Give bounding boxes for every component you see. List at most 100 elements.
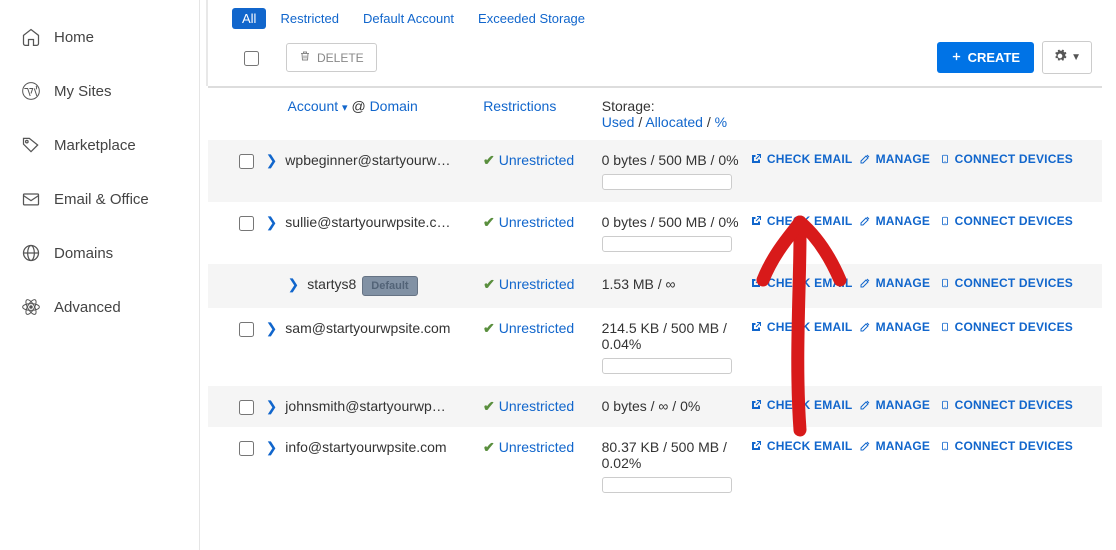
manage-link[interactable]: MANAGE <box>859 398 931 412</box>
wordpress-icon <box>20 80 42 102</box>
gear-icon <box>1053 49 1067 66</box>
row-checkbox[interactable] <box>239 322 254 337</box>
sort-down-icon: ▾ <box>342 102 348 114</box>
header-account[interactable]: Account ▾ <box>288 98 348 114</box>
manage-link[interactable]: MANAGE <box>859 320 931 334</box>
default-badge: Default <box>362 276 417 296</box>
table-row: ❯wpbeginner@startyourw…✔Unrestricted0 by… <box>208 140 1102 202</box>
connect-devices-link[interactable]: CONNECT DEVICES <box>940 320 1073 334</box>
mail-icon <box>20 188 42 210</box>
manage-link[interactable]: MANAGE <box>859 152 931 166</box>
tab-default-account[interactable]: Default Account <box>353 8 464 29</box>
header-at: @ <box>351 98 365 114</box>
sidebar-item-email[interactable]: Email & Office <box>0 172 199 226</box>
create-label: CREATE <box>968 50 1020 65</box>
tab-restricted[interactable]: Restricted <box>270 8 349 29</box>
connect-devices-link[interactable]: CONNECT DEVICES <box>940 152 1073 166</box>
manage-link[interactable]: MANAGE <box>859 214 931 228</box>
header-storage-label: Storage: <box>602 98 750 114</box>
sidebar-item-marketplace[interactable]: Marketplace <box>0 118 199 172</box>
restriction-link[interactable]: Unrestricted <box>499 152 574 168</box>
row-checkbox[interactable] <box>239 441 254 456</box>
home-icon <box>20 26 42 48</box>
check-icon: ✔ <box>483 276 495 292</box>
check-email-link[interactable]: CHECK EMAIL <box>750 276 853 290</box>
manage-link[interactable]: MANAGE <box>859 439 931 453</box>
restriction-link[interactable]: Unrestricted <box>499 439 574 455</box>
check-icon: ✔ <box>483 320 495 336</box>
storage-text: 0 bytes / 500 MB / 0% <box>602 152 750 168</box>
sidebar-item-domains[interactable]: Domains <box>0 226 199 280</box>
header-domain[interactable]: Domain <box>370 98 418 114</box>
connect-devices-link[interactable]: CONNECT DEVICES <box>940 439 1073 453</box>
account-email: startys8 <box>307 276 356 292</box>
delete-button[interactable]: DELETE <box>286 43 377 72</box>
storage-progress <box>602 477 732 493</box>
storage-progress <box>602 236 732 252</box>
table-row: ❯ sam@startyourwpsite.com ✔Unrestricted 214… <box>208 308 1102 386</box>
header-allocated[interactable]: Allocated <box>645 114 703 130</box>
check-icon: ✔ <box>483 152 495 168</box>
chevron-right-icon[interactable]: ❯ <box>266 439 278 456</box>
table-row: ❯ info@startyourwpsite.com ✔Unrestricted 80… <box>208 427 1102 505</box>
table-row: ❯ johnsmith@startyourwp… ✔Unrestricted 0 by… <box>208 386 1102 427</box>
select-all-checkbox[interactable] <box>244 51 259 66</box>
storage-text: 0 bytes / 500 MB / 0% <box>602 214 750 230</box>
sidebar-item-advanced[interactable]: Advanced <box>0 280 199 334</box>
check-email-link[interactable]: CHECK EMAIL <box>750 439 853 453</box>
storage-text: 214.5 KB / 500 MB / 0.04% <box>602 320 750 352</box>
manage-link[interactable]: MANAGE <box>859 276 931 290</box>
row-checkbox[interactable] <box>239 400 254 415</box>
trash-icon <box>299 50 311 65</box>
chevron-right-icon[interactable]: ❯ <box>266 398 278 415</box>
account-email: sullie@startyourwpsite.c… <box>285 214 450 230</box>
tab-exceeded-storage[interactable]: Exceeded Storage <box>468 8 595 29</box>
globe-icon <box>20 242 42 264</box>
sidebar-item-label: My Sites <box>54 83 112 100</box>
check-email-link[interactable]: CHECK EMAIL <box>750 152 853 166</box>
connect-devices-link[interactable]: CONNECT DEVICES <box>940 398 1073 412</box>
connect-devices-link[interactable]: CONNECT DEVICES <box>940 276 1073 290</box>
check-email-link[interactable]: CHECK EMAIL <box>750 214 853 228</box>
row-checkbox[interactable] <box>239 216 254 231</box>
chevron-right-icon[interactable]: ❯ <box>266 320 278 337</box>
sidebar-item-label: Home <box>54 29 94 46</box>
check-icon: ✔ <box>483 214 495 230</box>
check-email-link[interactable]: CHECK EMAIL <box>750 320 853 334</box>
chevron-right-icon[interactable]: ❯ <box>288 276 300 293</box>
row-checkbox[interactable] <box>239 154 254 169</box>
sidebar-item-label: Advanced <box>54 299 121 316</box>
tag-icon <box>20 134 42 156</box>
tab-all[interactable]: All <box>232 8 266 29</box>
account-email: sam@startyourwpsite.com <box>285 320 450 336</box>
chevron-right-icon[interactable]: ❯ <box>266 214 278 231</box>
check-email-link[interactable]: CHECK EMAIL <box>750 398 853 412</box>
connect-devices-link[interactable]: CONNECT DEVICES <box>940 214 1073 228</box>
create-button[interactable]: CREATE <box>937 42 1034 73</box>
chevron-right-icon[interactable]: ❯ <box>266 152 278 169</box>
table-row: ❯ startys8 Default ✔Unrestricted 1.53 MB / ∞… <box>208 264 1102 308</box>
storage-text: 1.53 MB / ∞ <box>602 276 750 292</box>
storage-text: 0 bytes / ∞ / 0% <box>602 398 750 414</box>
restriction-link[interactable]: Unrestricted <box>499 214 574 230</box>
sidebar-item-label: Domains <box>54 245 113 262</box>
storage-progress <box>602 174 732 190</box>
header-restrictions[interactable]: Restrictions <box>483 98 556 114</box>
storage-text: 80.37 KB / 500 MB / 0.02% <box>602 439 750 471</box>
account-email: info@startyourwpsite.com <box>285 439 446 455</box>
sidebar-item-home[interactable]: Home <box>0 10 199 64</box>
account-email: johnsmith@startyourwp… <box>285 398 446 414</box>
check-icon: ✔ <box>483 398 495 414</box>
settings-button[interactable]: ▼ <box>1042 41 1092 74</box>
delete-label: DELETE <box>317 51 364 65</box>
restriction-link[interactable]: Unrestricted <box>499 276 574 292</box>
restriction-link[interactable]: Unrestricted <box>499 398 574 414</box>
sidebar-item-label: Marketplace <box>54 137 136 154</box>
plus-icon <box>951 50 962 65</box>
header-used[interactable]: Used <box>602 114 635 130</box>
header-percent[interactable]: % <box>715 114 727 130</box>
check-icon: ✔ <box>483 439 495 455</box>
atom-icon <box>20 296 42 318</box>
sidebar-item-my-sites[interactable]: My Sites <box>0 64 199 118</box>
restriction-link[interactable]: Unrestricted <box>499 320 574 336</box>
